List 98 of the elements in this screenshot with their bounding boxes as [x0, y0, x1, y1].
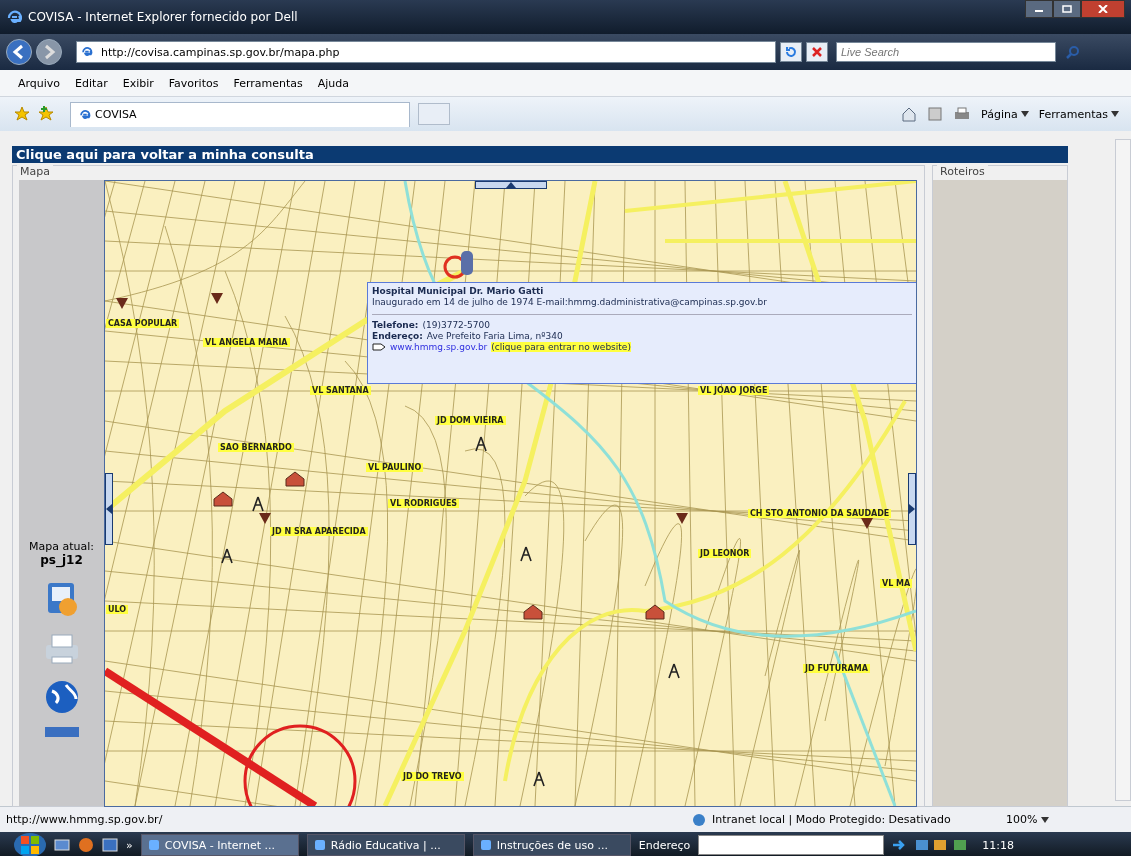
start-button[interactable]: [14, 833, 46, 856]
neighborhood-label: VL SANTANA: [310, 386, 371, 395]
neighborhood-label: VL PAULINO: [366, 463, 424, 472]
clock: 11:18: [982, 838, 1015, 852]
menu-item[interactable]: Exibir: [122, 76, 154, 90]
popup-title: Hospital Municipal Dr. Mario Gatti: [372, 286, 545, 296]
taskbar-button[interactable]: Rádio Educativa | ...: [306, 834, 465, 856]
caret-icon: [1111, 111, 1119, 117]
caret-icon: [1020, 111, 1029, 117]
menu-item[interactable]: Arquivo: [18, 76, 61, 90]
security-zone: Intranet local | Modo Protegido: Desativado: [712, 813, 952, 826]
globe-icon[interactable]: [43, 679, 80, 715]
refresh-button[interactable]: [780, 42, 802, 62]
address-field[interactable]: http://covisa.campinas.sp.gov.br/mapa.php: [76, 41, 776, 63]
home-icon[interactable]: [901, 106, 918, 122]
place-marker-icon[interactable]: [675, 511, 689, 525]
neighborhood-label: ULO: [106, 605, 129, 614]
place-marker-icon[interactable]: [258, 511, 272, 525]
house-icon[interactable]: [645, 604, 665, 620]
neighborhood-label: VL RODRIGUES: [388, 499, 460, 508]
place-marker-icon[interactable]: [860, 516, 874, 530]
house-icon[interactable]: [523, 604, 543, 620]
app-icon: [313, 839, 326, 851]
windows-logo-icon: [19, 834, 41, 856]
up-arrow-icon: [506, 182, 516, 188]
window-title: COVISA - Internet Explorer fornecido por Dell: [28, 10, 298, 24]
popup-description: Inaugurado em 14 de julho de 1974 E-mail:hmmg.dadministrativa@campinas.sp.gov.br: [372, 297, 768, 307]
maximize-button[interactable]: [1053, 0, 1081, 18]
house-icon[interactable]: [213, 491, 233, 507]
search-field[interactable]: Live Search: [836, 42, 1056, 62]
menu-item[interactable]: Ferramentas: [233, 76, 303, 90]
routes-panel-legend: Roteiros: [937, 165, 988, 178]
command-menu[interactable]: Página: [981, 107, 1029, 121]
refresh-icon: [785, 46, 797, 58]
caret-icon: [1041, 816, 1050, 823]
maximize-icon: [1062, 5, 1072, 13]
back-button[interactable]: [6, 39, 32, 65]
place-marker-icon[interactable]: [115, 296, 129, 310]
neighborhood-label: JD DOM VIEIRA: [435, 416, 506, 425]
address-toolbar-label: Endereço: [638, 838, 691, 852]
phone-value: (19)3772-5700: [422, 320, 490, 330]
vertical-scrollbar[interactable]: [1115, 139, 1131, 801]
pan-up-button[interactable]: [475, 181, 547, 189]
app-icon: [479, 839, 492, 851]
left-arrow-icon: [106, 504, 112, 514]
desktop-icon[interactable]: [54, 837, 70, 853]
page-icon: [81, 46, 93, 58]
window-icon[interactable]: [102, 837, 118, 853]
neighborhood-label: CASA POPULAR: [106, 319, 180, 328]
neighborhood-label: JD DO TREVO: [401, 772, 464, 781]
taskbar-button[interactable]: COVISA - Internet ...: [140, 834, 299, 856]
neighborhood-label: SAO BERNARDO: [218, 443, 294, 452]
go-arrow-icon[interactable]: [892, 838, 907, 852]
back-to-search-link[interactable]: Clique aqui para voltar a minha consulta: [12, 146, 1068, 163]
current-map-label: Mapa atual:: [29, 540, 94, 553]
pan-left-button[interactable]: [105, 473, 113, 545]
neighborhood-label: VL JOAO JORGE: [698, 386, 770, 395]
neighborhood-label: JD N SRA APARECIDA: [270, 527, 368, 536]
address-label: Endereço:: [372, 331, 423, 341]
status-url: http://www.hmmg.sp.gov.br/: [6, 813, 164, 826]
house-icon[interactable]: [285, 471, 305, 487]
browser-icon[interactable]: [78, 837, 94, 853]
minimize-button[interactable]: [1025, 0, 1053, 18]
app-icon: [147, 839, 160, 851]
place-marker-icon[interactable]: [210, 291, 224, 305]
menu-item[interactable]: Ajuda: [317, 76, 350, 90]
close-button[interactable]: [1081, 0, 1125, 18]
printer-icon[interactable]: [953, 106, 972, 122]
current-map-name: ps_j12: [40, 553, 83, 567]
map-panel-legend: Mapa: [17, 165, 53, 178]
neighborhood-label: JD LEONOR: [698, 549, 752, 558]
website-hint: (clique para entrar no website): [491, 342, 631, 352]
browser-tab[interactable]: COVISA: [70, 101, 410, 127]
stop-button[interactable]: [806, 42, 828, 62]
browser-logo-icon: [6, 9, 22, 25]
neighborhood-label: VL MA: [880, 579, 913, 588]
zoom-level[interactable]: 100%: [1006, 813, 1050, 826]
command-menu[interactable]: Ferramentas: [1038, 107, 1119, 121]
website-link[interactable]: www.hmmg.sp.gov.br: [390, 342, 488, 352]
pan-right-button[interactable]: [908, 473, 916, 545]
quick-launch-overflow[interactable]: »: [126, 838, 133, 852]
menu-item[interactable]: Editar: [75, 76, 108, 90]
menu-item[interactable]: Favoritos: [168, 76, 219, 90]
right-arrow-icon: [909, 504, 915, 514]
favorites-star-icon[interactable]: [14, 106, 30, 122]
neighborhood-label: VL ANGELA MARIA: [203, 338, 290, 347]
forward-button[interactable]: [36, 39, 62, 65]
add-favorite-icon[interactable]: [38, 106, 54, 122]
neighborhood-label: JD FUTURAMA: [803, 664, 870, 673]
stop-icon: [811, 46, 823, 58]
page-icon: [79, 108, 91, 121]
address-value: Ave Prefeito Faria Lima, nº340: [426, 331, 563, 341]
close-icon: [1098, 5, 1108, 13]
neighborhood-label: CH STO ANTONIO DA SAUDADE: [748, 509, 892, 518]
network-icon: [692, 812, 706, 827]
address-toolbar-field[interactable]: [698, 835, 885, 855]
phone-label: Telefone:: [372, 320, 419, 330]
taskbar-button[interactable]: Instruções de uso ...: [472, 834, 631, 856]
